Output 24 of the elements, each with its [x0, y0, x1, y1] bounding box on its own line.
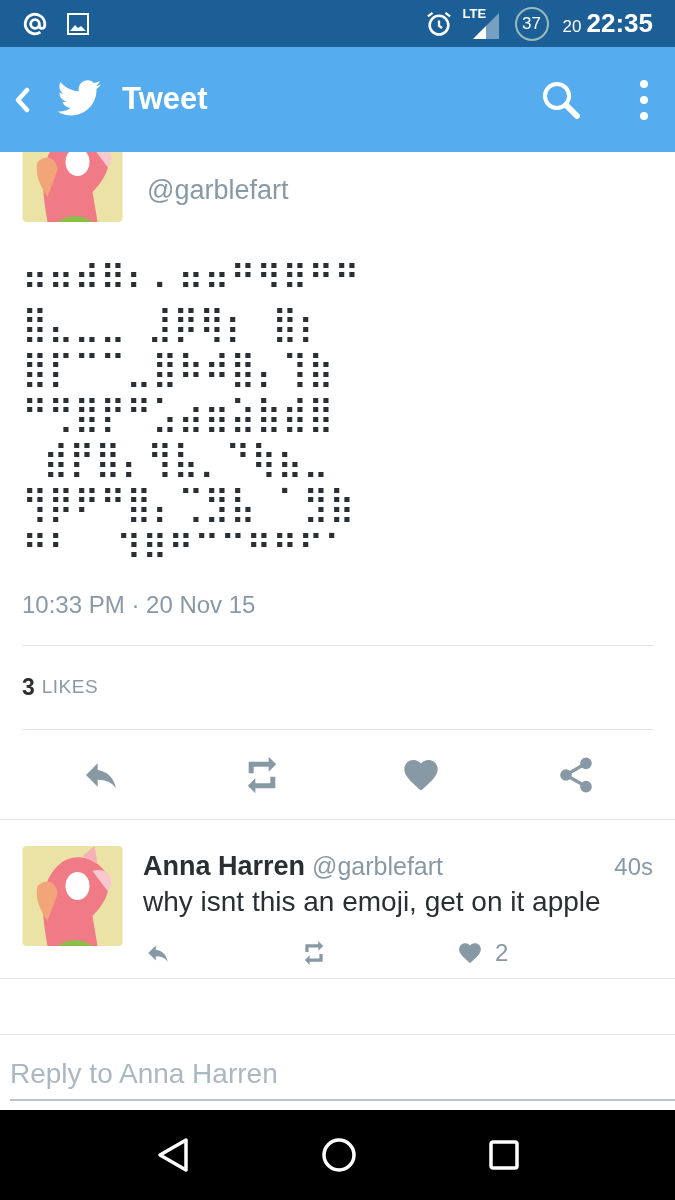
date: 20 [562, 15, 582, 38]
author-handle[interactable]: @garblefart [147, 172, 289, 208]
battery-indicator: 37 [514, 6, 549, 41]
like-count: 2 [495, 937, 509, 968]
at-sign-icon [22, 10, 48, 37]
reply-text: why isnt this an emoji, get on it apple [143, 884, 602, 919]
back-icon[interactable] [156, 1137, 191, 1173]
tweet-timestamp: 10:33 PM · 20 Nov 15 [22, 591, 256, 619]
author-name[interactable]: Anna Harren [143, 846, 306, 887]
likes-label[interactable]: LIKES [41, 673, 99, 702]
screen-title: Tweet [122, 80, 208, 119]
reply-time: 40s [614, 852, 653, 882]
network-type: LTE [462, 6, 487, 21]
image-icon [66, 11, 90, 36]
likes-count[interactable]: 3 [22, 670, 35, 705]
clock: 22:35 [586, 7, 653, 40]
search-icon[interactable] [541, 79, 581, 120]
alarm-icon [424, 9, 453, 38]
tweet-text: ⠶⠶⠾⠿⠆⠄⠶⠶⠛⠻⠿⠛⠛ ⣿⣄⣀⣀ ⣸⡿⢿⡆ ⣿⡆ ⣿⡏⠉⠉⣀⣿⠷⠾⣿⡄⢹⣷ ⠛⢛⣿⡟⠛⣡⣴⣶⣵⣷⣾⣿ ⣾⡟⣿⡄⢻⣧⡀⠙⢷⣦⣀ ⢻⡿⠟⠛⣿⡄⢉⣻⣧ ⠁⣻⣷ ⠛⠃ ⠹⠿⠛⠉⠉⠛⠛⠋⠁ [22, 257, 361, 570]
overflow-menu-icon[interactable] [639, 79, 649, 120]
reply-field[interactable]: Reply to Anna Harren [10, 1049, 675, 1101]
recents-icon[interactable] [488, 1140, 519, 1170]
home-icon[interactable] [322, 1138, 357, 1172]
author-handle[interactable]: @garblefart [312, 848, 444, 886]
